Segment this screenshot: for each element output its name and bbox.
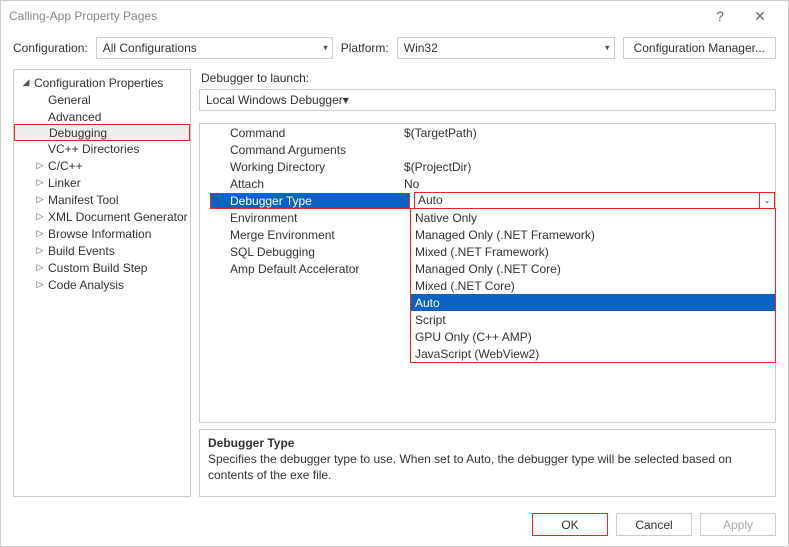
dropdown-option[interactable]: GPU Only (C++ AMP) bbox=[411, 328, 775, 345]
debugger-launch-label: Debugger to launch: bbox=[199, 69, 776, 89]
apply-button[interactable]: Apply bbox=[700, 513, 776, 536]
property-row[interactable]: Command$(TargetPath) bbox=[200, 124, 775, 141]
platform-combo[interactable]: Win32 ▾ bbox=[397, 37, 615, 59]
debugger-type-dropdown[interactable]: Native OnlyManaged Only (.NET Framework)… bbox=[410, 208, 776, 363]
chevron-right-icon: ▷ bbox=[34, 160, 46, 171]
tree-item-label: Build Events bbox=[46, 244, 115, 258]
property-row[interactable]: Working Directory$(ProjectDir) bbox=[200, 158, 775, 175]
property-row[interactable]: AttachNo bbox=[200, 175, 775, 192]
chevron-right-icon: ▷ bbox=[34, 279, 46, 290]
property-grid: Command$(TargetPath)Command ArgumentsWor… bbox=[199, 123, 776, 423]
tree-item[interactable]: ▷Build Events bbox=[14, 242, 190, 259]
tree-item[interactable]: Advanced bbox=[14, 108, 190, 125]
tree-item-label: General bbox=[46, 93, 91, 107]
description-text: Specifies the debugger type to use. When… bbox=[208, 452, 767, 483]
tree-item-label: Browse Information bbox=[46, 227, 151, 241]
tree-item-label: Custom Build Step bbox=[46, 261, 147, 275]
tree-item[interactable]: ▷XML Document Generator bbox=[14, 208, 190, 225]
property-name: Debugger Type bbox=[210, 193, 410, 209]
dropdown-option[interactable]: Native Only bbox=[411, 209, 775, 226]
titlebar: Calling-App Property Pages ? ✕ bbox=[1, 1, 788, 31]
configuration-value: All Configurations bbox=[103, 41, 197, 55]
tree-item-label: Code Analysis bbox=[46, 278, 124, 292]
configuration-combo[interactable]: All Configurations ▾ bbox=[96, 37, 333, 59]
tree-item[interactable]: ▷Custom Build Step bbox=[14, 259, 190, 276]
property-row[interactable]: Command Arguments bbox=[200, 141, 775, 158]
property-row[interactable]: Debugger TypeAuto⌄ bbox=[200, 192, 775, 209]
close-icon[interactable]: ✕ bbox=[740, 8, 780, 25]
property-name: SQL Debugging bbox=[200, 245, 400, 259]
property-name: Merge Environment bbox=[200, 228, 400, 242]
tree-item[interactable]: ▷Browse Information bbox=[14, 225, 190, 242]
content-pane: Debugger to launch: Local Windows Debugg… bbox=[199, 69, 776, 497]
chevron-right-icon: ▷ bbox=[34, 177, 46, 188]
property-value[interactable]: $(TargetPath) bbox=[400, 126, 775, 140]
tree-item[interactable]: ▷Linker bbox=[14, 174, 190, 191]
chevron-right-icon: ▷ bbox=[34, 262, 46, 273]
tree-root[interactable]: ◢ Configuration Properties bbox=[14, 74, 190, 91]
tree-item[interactable]: ▷Manifest Tool bbox=[14, 191, 190, 208]
tree-item[interactable]: General bbox=[14, 91, 190, 108]
ok-button[interactable]: OK bbox=[532, 513, 608, 536]
chevron-down-icon: ▾ bbox=[343, 93, 349, 107]
tree-item-label: Manifest Tool bbox=[46, 193, 118, 207]
tree-item-label: Linker bbox=[46, 176, 81, 190]
property-name: Command bbox=[200, 126, 400, 140]
description-panel: Debugger Type Specifies the debugger typ… bbox=[199, 429, 776, 497]
tree-item-label: XML Document Generator bbox=[46, 210, 188, 224]
debugger-launch-value: Local Windows Debugger bbox=[206, 93, 343, 107]
dropdown-option[interactable]: Auto bbox=[411, 294, 775, 311]
dropdown-option[interactable]: Script bbox=[411, 311, 775, 328]
property-pages-window: Calling-App Property Pages ? ✕ Configura… bbox=[0, 0, 789, 547]
tree-item[interactable]: ▷Code Analysis bbox=[14, 276, 190, 293]
property-name: Amp Default Accelerator bbox=[200, 262, 400, 276]
dropdown-option[interactable]: Mixed (.NET Core) bbox=[411, 277, 775, 294]
property-name: Working Directory bbox=[200, 160, 400, 174]
nav-tree[interactable]: ◢ Configuration Properties General Advanc… bbox=[13, 69, 191, 497]
chevron-right-icon: ▷ bbox=[34, 228, 46, 239]
chevron-down-icon: ◢ bbox=[20, 77, 32, 88]
platform-label: Platform: bbox=[341, 41, 389, 55]
debugger-launch-combo[interactable]: Local Windows Debugger ▾ bbox=[199, 89, 776, 111]
tree-item[interactable]: ▷C/C++ bbox=[14, 157, 190, 174]
property-value[interactable]: $(ProjectDir) bbox=[400, 160, 775, 174]
dropdown-option[interactable]: Managed Only (.NET Core) bbox=[411, 260, 775, 277]
configuration-manager-button[interactable]: Configuration Manager... bbox=[623, 37, 776, 59]
configuration-label: Configuration: bbox=[13, 41, 88, 55]
chevron-right-icon: ▷ bbox=[34, 211, 46, 222]
property-name: Attach bbox=[200, 177, 400, 191]
chevron-right-icon: ▷ bbox=[34, 194, 46, 205]
dropdown-button[interactable]: ⌄ bbox=[759, 192, 775, 209]
chevron-down-icon: ▾ bbox=[323, 43, 328, 54]
tree-item-label: Debugging bbox=[47, 126, 107, 140]
cancel-button[interactable]: Cancel bbox=[616, 513, 692, 536]
dropdown-option[interactable]: Mixed (.NET Framework) bbox=[411, 243, 775, 260]
dialog-buttons: OK Cancel Apply bbox=[1, 505, 788, 546]
property-value[interactable]: Auto⌄ bbox=[410, 193, 775, 209]
property-name: Environment bbox=[200, 211, 400, 225]
property-value-cell[interactable]: Auto⌄ bbox=[414, 192, 775, 209]
tree-item[interactable]: VC++ Directories bbox=[14, 140, 190, 157]
chevron-down-icon: ▾ bbox=[605, 43, 610, 54]
window-title: Calling-App Property Pages bbox=[9, 9, 700, 23]
dropdown-option[interactable]: Managed Only (.NET Framework) bbox=[411, 226, 775, 243]
dropdown-option[interactable]: JavaScript (WebView2) bbox=[411, 345, 775, 362]
tree-item-label: Advanced bbox=[46, 110, 101, 124]
property-name: Command Arguments bbox=[200, 143, 400, 157]
property-value[interactable]: No bbox=[400, 177, 775, 191]
description-title: Debugger Type bbox=[208, 436, 767, 450]
platform-value: Win32 bbox=[404, 41, 438, 55]
config-row: Configuration: All Configurations ▾ Plat… bbox=[1, 31, 788, 69]
tree-item-label: VC++ Directories bbox=[46, 142, 139, 156]
help-icon[interactable]: ? bbox=[700, 8, 740, 24]
tree-item[interactable]: Debugging bbox=[14, 124, 190, 141]
chevron-right-icon: ▷ bbox=[34, 245, 46, 256]
tree-item-label: C/C++ bbox=[46, 159, 83, 173]
